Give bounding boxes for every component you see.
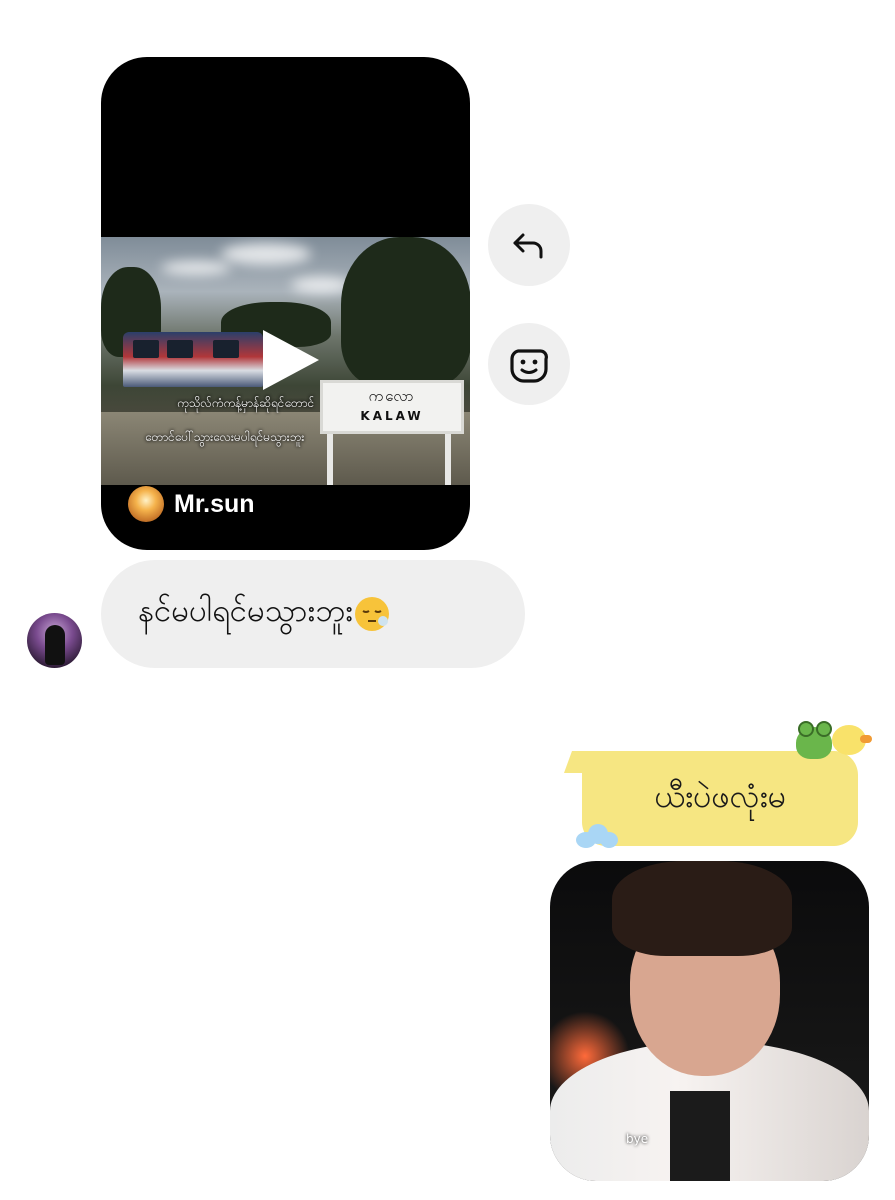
photo-caption: bye xyxy=(626,1132,649,1146)
post-author[interactable]: Mr.sun xyxy=(128,486,255,522)
train-image xyxy=(123,332,263,387)
sent-message-text: ယီးပဲဖလုံးမ xyxy=(653,776,787,815)
video-caption-line-1: ကုသိုလ်ကံကန့်မှာန်ဆိုရင်တောင် xyxy=(177,396,315,410)
smiley-icon xyxy=(510,349,548,383)
received-message-text: နင်မပါရင်မသွားဘူး xyxy=(138,593,354,629)
shared-post-card[interactable]: ကလော KALAW ကုသိုလ်ကံကန့်မှာန်ဆိုရင်တောင်… xyxy=(101,57,470,550)
station-sign: ကလော KALAW xyxy=(320,380,464,434)
react-button[interactable] xyxy=(488,323,570,405)
reply-button[interactable] xyxy=(488,204,570,286)
author-avatar[interactable] xyxy=(128,486,164,522)
frog-sticker-icon xyxy=(796,721,832,759)
station-sign-burmese: ကလော xyxy=(368,387,416,405)
duck-sticker-icon xyxy=(832,725,872,755)
play-icon[interactable] xyxy=(263,330,319,390)
received-message-bubble[interactable]: နင်မပါရင်မသွားဘူး xyxy=(101,560,525,668)
author-name[interactable]: Mr.sun xyxy=(174,490,255,519)
sent-photo[interactable]: bye xyxy=(550,861,869,1181)
station-sign-english: KALAW xyxy=(360,409,424,423)
sender-avatar[interactable] xyxy=(27,613,82,668)
cloud-sticker-icon xyxy=(576,824,618,848)
sleepy-face-emoji-icon xyxy=(355,597,390,631)
shared-post-video-thumbnail[interactable]: ကလော KALAW ကုသိုလ်ကံကန့်မှာန်ဆိုရင်တောင်… xyxy=(101,237,470,485)
video-caption-line-2: တောင်ပေါ်သွားလေးမပါရင်မသွားဘူး xyxy=(145,430,305,444)
sent-message-note[interactable]: ယီးပဲဖလုံးမ xyxy=(582,751,858,846)
reply-arrow-icon xyxy=(513,233,543,259)
